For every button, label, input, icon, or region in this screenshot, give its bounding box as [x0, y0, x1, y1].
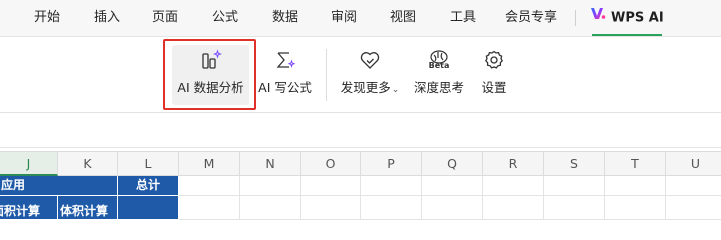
tab-data[interactable]: 数据: [268, 0, 302, 36]
cell-u1[interactable]: [666, 176, 721, 196]
column-header-j[interactable]: J: [0, 152, 58, 176]
cell-t1[interactable]: [605, 176, 666, 196]
tab-review[interactable]: 审阅: [327, 0, 361, 36]
cell-k2[interactable]: 体积计算: [58, 196, 118, 220]
cell-j1-merged[interactable]: 应用: [0, 176, 118, 196]
column-header-o[interactable]: O: [301, 152, 361, 176]
wps-ai-logo-icon: [590, 0, 606, 35]
cell-l2[interactable]: [118, 196, 179, 220]
chevron-down-icon: ⌄: [391, 85, 400, 95]
tab-insert[interactable]: 插入: [90, 0, 124, 36]
formula-bar-area[interactable]: [0, 113, 721, 148]
cell-r2[interactable]: [483, 196, 544, 220]
column-header-q[interactable]: Q: [422, 152, 483, 176]
cell-s1[interactable]: [544, 176, 605, 196]
discover-more-label: 发现更多: [340, 80, 391, 95]
cell-t2[interactable]: [605, 196, 666, 220]
cell-p1[interactable]: [361, 176, 422, 196]
tab-wps-ai-label: WPS AI: [611, 10, 664, 26]
tab-page[interactable]: 页面: [148, 0, 182, 36]
deep-think-button[interactable]: Beta 深度思考: [410, 37, 468, 112]
column-header-s[interactable]: S: [544, 152, 605, 176]
column-header-u[interactable]: U: [666, 152, 721, 176]
cell-l1[interactable]: 总计: [118, 176, 179, 196]
column-header-k[interactable]: K: [58, 152, 118, 176]
beta-badge: Beta: [428, 61, 450, 70]
ai-write-formula-label: AI 写公式: [258, 80, 312, 95]
tab-formula[interactable]: 公式: [208, 0, 242, 36]
cell-m2[interactable]: [179, 196, 240, 220]
ribbon-divider: [326, 49, 327, 101]
cell-r1[interactable]: [483, 176, 544, 196]
highlight-annotation-box: [163, 39, 256, 110]
settings-label: 设置: [481, 80, 507, 95]
cell-s2[interactable]: [544, 196, 605, 220]
column-header-m[interactable]: M: [179, 152, 240, 176]
gear-icon: [483, 49, 505, 71]
menu-tab-bar: 开始 插入 页面 公式 数据 审阅 视图 工具 会员专享 WPS AI: [0, 0, 721, 37]
column-header-r[interactable]: R: [483, 152, 544, 176]
ai-write-formula-button[interactable]: AI 写公式: [254, 37, 316, 112]
discover-heart-icon: [359, 49, 381, 71]
column-header-l[interactable]: L: [118, 152, 179, 176]
cell-u2[interactable]: [666, 196, 721, 220]
column-header-p[interactable]: P: [361, 152, 422, 176]
tab-wps-ai[interactable]: WPS AI: [590, 0, 664, 36]
settings-button[interactable]: 设置: [474, 37, 514, 112]
cell-q2[interactable]: [422, 196, 483, 220]
column-header-t[interactable]: T: [605, 152, 666, 176]
tab-view[interactable]: 视图: [386, 0, 420, 36]
cell-p2[interactable]: [361, 196, 422, 220]
cell-j2[interactable]: 面积计算: [0, 196, 58, 220]
cell-n2[interactable]: [240, 196, 301, 220]
cell-o1[interactable]: [301, 176, 361, 196]
tab-member[interactable]: 会员专享: [500, 0, 562, 36]
tab-tools[interactable]: 工具: [446, 0, 480, 36]
cell-o2[interactable]: [301, 196, 361, 220]
ribbon-toolbar: AI 数据分析 AI 写公式 发现更多⌄ Beta 深度思考 设置: [0, 37, 721, 113]
cell-q1[interactable]: [422, 176, 483, 196]
discover-more-button[interactable]: 发现更多⌄: [336, 37, 404, 112]
tab-start[interactable]: 开始: [30, 0, 64, 36]
deep-think-label: 深度思考: [413, 80, 464, 95]
cell-n1[interactable]: [240, 176, 301, 196]
column-header-n[interactable]: N: [240, 152, 301, 176]
tab-divider: [575, 10, 576, 26]
active-tab-indicator: [592, 34, 662, 36]
cell-m1[interactable]: [179, 176, 240, 196]
sigma-formula-icon: [274, 49, 296, 71]
